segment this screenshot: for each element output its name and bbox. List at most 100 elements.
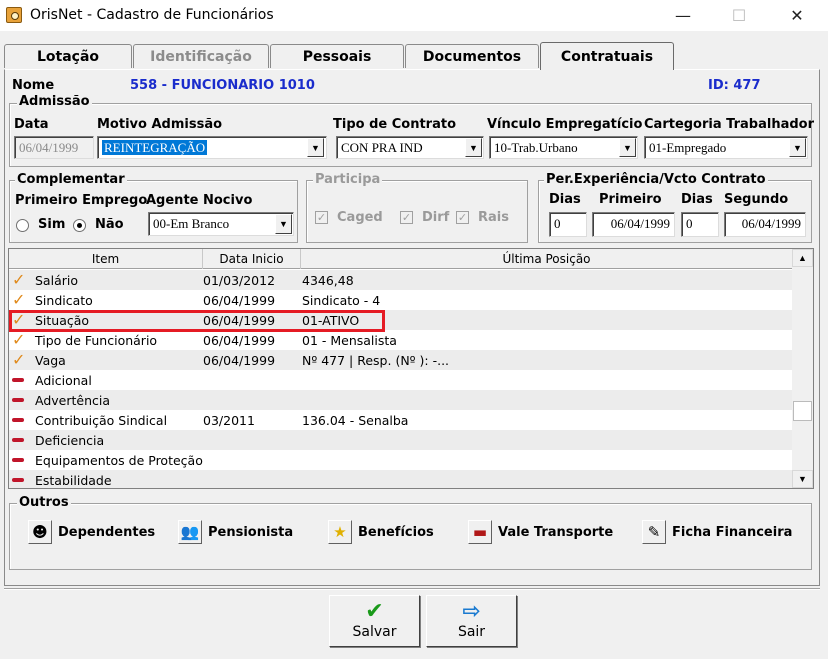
employee-name: 558 - FUNCIONARIO 1010 xyxy=(130,78,315,93)
radio-sim[interactable] xyxy=(16,219,29,232)
agente-nocivo-dropdown-icon[interactable]: ▼ xyxy=(275,214,292,234)
tab-lotacao[interactable]: Lotação xyxy=(4,44,132,68)
row-data-inicio: 06/04/1999 xyxy=(203,353,276,368)
vale-transporte-button[interactable]: ▬ Vale Transporte xyxy=(468,520,613,544)
vinculo-select[interactable]: 10-Trab.Urbano xyxy=(489,136,638,159)
bus-icon: ▬ xyxy=(468,520,492,544)
header-data-inicio[interactable]: Data Inicio xyxy=(203,252,300,266)
row-item: Tipo de Funcionário xyxy=(35,333,158,348)
primeiro-emprego-label: Primeiro Emprego xyxy=(15,193,148,208)
agente-nocivo-select[interactable]: 00-Em Branco xyxy=(148,212,294,236)
row-ultima-posicao: 4346,48 xyxy=(302,273,354,288)
dash-icon xyxy=(12,453,26,467)
arrow-right-icon: ⇨ xyxy=(462,599,481,624)
row-item: Advertência xyxy=(35,393,111,408)
check-icon: ✔ xyxy=(365,599,384,624)
check-icon: ✓ xyxy=(12,270,26,289)
categoria-dropdown-icon[interactable]: ▼ xyxy=(789,138,806,157)
scroll-down-icon[interactable]: ▼ xyxy=(792,470,813,488)
scroll-up-icon[interactable]: ▲ xyxy=(792,249,813,267)
dash-icon xyxy=(12,473,26,487)
vinculo-label: Vínculo Empregatício xyxy=(487,117,643,132)
radio-sim-label[interactable]: Sim xyxy=(38,217,65,232)
exit-label: Sair xyxy=(457,624,486,640)
dash-icon xyxy=(12,373,26,387)
scroll-thumb[interactable] xyxy=(793,401,812,421)
row-data-inicio: 03/2011 xyxy=(203,413,255,428)
dash-icon xyxy=(12,433,26,447)
dias2-label: Dias xyxy=(681,192,713,207)
grid-scrollbar[interactable]: ▲ ▼ xyxy=(792,249,813,488)
categoria-label: Cartegoria Trabalhador xyxy=(644,117,814,132)
table-row[interactable]: ✓ Sindicato 06/04/1999 Sindicato - 4 xyxy=(9,290,792,310)
dependentes-label: Dependentes xyxy=(58,524,156,540)
table-row[interactable]: ✓ Vaga 06/04/1999 Nº 477 | Resp. (Nº ): -..… xyxy=(9,350,792,370)
minimize-button[interactable]: — xyxy=(660,0,706,31)
maximize-button[interactable]: ☐ xyxy=(716,0,762,31)
save-button[interactable]: ✔ Salvar xyxy=(329,595,420,647)
dirf-label: Dirf xyxy=(422,210,450,225)
ficha-financeira-button[interactable]: ✎ Ficha Financeira xyxy=(642,520,792,544)
beneficios-label: Benefícios xyxy=(358,524,434,540)
segundo-field[interactable]: 06/04/1999 xyxy=(724,212,806,237)
row-item: Vaga xyxy=(35,353,66,368)
caged-label: Caged xyxy=(337,210,383,225)
table-row[interactable]: ✓ Salário 01/03/2012 4346,48 xyxy=(9,270,792,290)
nome-label: Nome xyxy=(12,78,55,93)
bottom-separator xyxy=(4,588,820,590)
agente-nocivo-label: Agente Nocivo xyxy=(146,193,253,208)
table-row[interactable]: Advertência xyxy=(9,390,792,410)
caged-checkbox[interactable]: ✓ xyxy=(315,211,328,224)
segundo-label: Segundo xyxy=(724,192,789,207)
admission-date-field[interactable]: 06/04/1999 xyxy=(14,136,94,159)
motivo-dropdown-icon[interactable]: ▼ xyxy=(307,138,324,157)
table-row[interactable]: ✓ Tipo de Funcionário 06/04/1999 01 - Mensa… xyxy=(9,330,792,350)
tipo-contrato-dropdown-icon[interactable]: ▼ xyxy=(465,138,482,157)
dirf-checkbox[interactable]: ✓ xyxy=(400,211,413,224)
beneficios-button[interactable]: ★ Benefícios xyxy=(328,520,434,544)
ficha-financeira-label: Ficha Financeira xyxy=(672,524,793,540)
close-button[interactable]: ✕ xyxy=(774,0,820,31)
row-ultima-posicao: Nº 477 | Resp. (Nº ): -... xyxy=(302,353,450,368)
vale-transporte-label: Vale Transporte xyxy=(498,524,614,540)
row-item: Sindicato xyxy=(35,293,93,308)
primeiro-label: Primeiro xyxy=(599,192,662,207)
data-label: Data xyxy=(14,117,49,132)
table-row[interactable]: Adicional xyxy=(9,370,792,390)
table-row[interactable]: Contribuição Sindical 03/2011 136.04 - Sen… xyxy=(9,410,792,430)
tab-pessoais[interactable]: Pessoais xyxy=(270,44,404,68)
radio-nao[interactable] xyxy=(73,219,86,232)
tipo-contrato-select[interactable]: CON PRA IND xyxy=(336,136,484,159)
header-item[interactable]: Item xyxy=(9,252,202,266)
employee-id: ID: 477 xyxy=(708,78,761,93)
row-item: Deficiencia xyxy=(35,433,105,448)
table-row[interactable]: Deficiencia xyxy=(9,430,792,450)
table-row[interactable]: Equipamentos de Proteção xyxy=(9,450,792,470)
dependents-icon: ☻ xyxy=(28,520,52,544)
radio-nao-label[interactable]: Não xyxy=(95,217,124,232)
header-ultima-posicao[interactable]: Última Posição xyxy=(301,252,792,266)
row-ultima-posicao: 136.04 - Senalba xyxy=(302,413,409,428)
dependentes-button[interactable]: ☻ Dependentes xyxy=(28,520,155,544)
vinculo-dropdown-icon[interactable]: ▼ xyxy=(619,138,636,157)
table-row[interactable]: Estabilidade xyxy=(9,470,792,488)
check-icon: ✓ xyxy=(12,350,26,369)
motivo-select[interactable]: REINTEGRAÇÃO xyxy=(97,136,327,159)
tab-contratuais[interactable]: Contratuais xyxy=(540,42,674,70)
rais-label: Rais xyxy=(478,210,509,225)
exit-button[interactable]: ⇨ Sair xyxy=(426,595,517,647)
row-data-inicio: 06/04/1999 xyxy=(203,333,276,348)
categoria-select[interactable]: 01-Empregado xyxy=(644,136,808,159)
pensionista-button[interactable]: 👥 Pensionista xyxy=(178,520,293,544)
row-data-inicio: 01/03/2012 xyxy=(203,273,276,288)
dias1-field[interactable]: 0 xyxy=(549,212,587,237)
situacao-row-highlight xyxy=(9,310,385,332)
rais-checkbox[interactable]: ✓ xyxy=(456,211,469,224)
dias2-field[interactable]: 0 xyxy=(681,212,719,237)
motivo-value: REINTEGRAÇÃO xyxy=(102,140,208,155)
row-item: Equipamentos de Proteção xyxy=(35,453,203,468)
check-icon: ✓ xyxy=(12,330,26,349)
primeiro-field[interactable]: 06/04/1999 xyxy=(592,212,675,237)
tab-identificacao[interactable]: Identificação xyxy=(133,44,269,68)
tab-documentos[interactable]: Documentos xyxy=(405,44,539,68)
